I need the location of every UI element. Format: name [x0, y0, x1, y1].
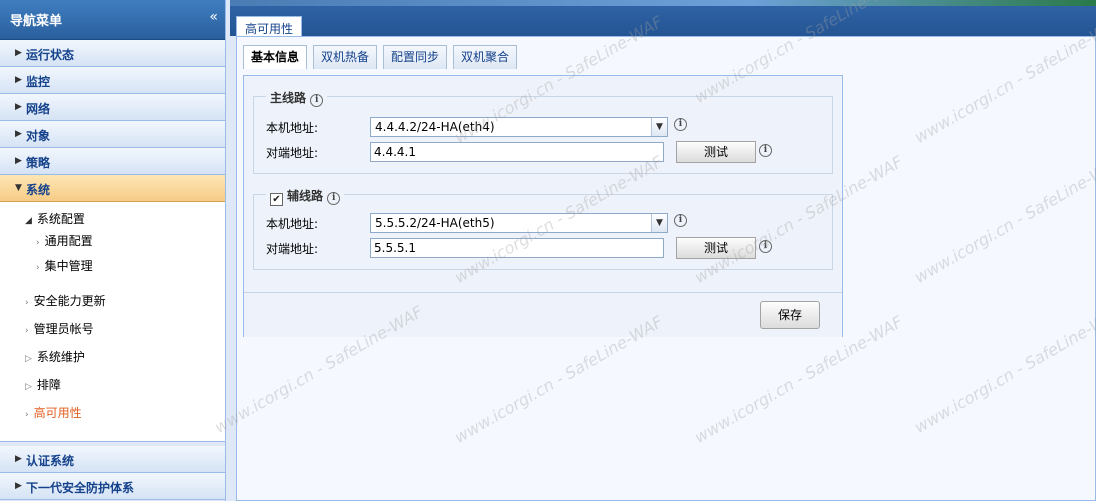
submenu-group-system-config[interactable]: ◢ 系统配置	[25, 210, 85, 227]
peer-address-label: 对端地址:	[266, 242, 319, 256]
info-icon[interactable]: i	[759, 240, 772, 253]
secondary-peer-address-input[interactable]: 5.5.5.1	[370, 238, 664, 258]
subtab-hot-standby[interactable]: 双机热备	[313, 45, 377, 69]
sidebar-title: 导航菜单	[10, 14, 63, 29]
chevron-right-icon: ›	[36, 238, 40, 248]
chevron-right-icon: ›	[25, 326, 29, 336]
nav-item-status[interactable]: ▶ 运行状态	[0, 40, 225, 67]
primary-line-group: 主线路 i 本机地址: 4.4.4.2/24-HA(eth4) ▼ i 对端地址…	[253, 89, 833, 174]
subtab-aggregation[interactable]: 双机聚合	[453, 45, 517, 69]
info-icon[interactable]: i	[310, 94, 324, 107]
nav-item-label: 策略	[26, 156, 51, 170]
main-area: 高可用性 基本信息 双机热备 配置同步 双机聚合 主线路 i 本机地址: 4.4…	[230, 0, 1096, 501]
info-icon[interactable]: i	[327, 192, 341, 205]
nav-item-label: 系统	[26, 183, 51, 197]
panel-footer: 保存	[244, 292, 842, 337]
secondary-line-checkbox[interactable]: ✔	[270, 193, 283, 206]
sidebar-header: 导航菜单 «	[0, 0, 225, 40]
secondary-line-group: ✔ 辅线路 i 本机地址: 5.5.5.2/24-HA(eth5) ▼ i 对端地…	[253, 187, 833, 270]
chevron-right-icon: ›	[36, 263, 40, 273]
legend-label: 辅线路	[287, 189, 324, 203]
nav-item-next-gen-security[interactable]: ▶ 下一代安全防护体系	[0, 473, 225, 500]
chevron-down-icon[interactable]: ▼	[651, 118, 667, 136]
select-value: 4.4.4.2/24-HA(eth4)	[375, 120, 495, 134]
collapsed-triangle-icon: ▷	[25, 354, 32, 364]
submenu-item-admin-account[interactable]: › 管理员帐号	[25, 320, 94, 337]
nav-item-label: 对象	[26, 129, 51, 143]
arrow-right-icon: ▶	[15, 75, 22, 85]
arrow-right-icon: ▶	[15, 48, 22, 58]
submenu-label: 管理员帐号	[33, 322, 94, 336]
nav-item-label: 下一代安全防护体系	[26, 481, 135, 495]
nav-item-policy[interactable]: ▶ 策略	[0, 148, 225, 175]
submenu-item-high-availability[interactable]: › 高可用性	[25, 404, 82, 421]
submenu-item-system-maintenance[interactable]: ▷ 系统维护	[25, 348, 85, 365]
submenu-label: 高可用性	[33, 406, 82, 420]
primary-test-button[interactable]: 测试	[676, 141, 756, 163]
collapsed-triangle-icon: ▷	[25, 382, 32, 392]
chevron-right-icon: ›	[25, 298, 29, 308]
arrow-right-icon: ▶	[15, 102, 22, 112]
primary-local-address-select[interactable]: 4.4.4.2/24-HA(eth4) ▼	[370, 117, 668, 137]
system-submenu: ◢ 系统配置 › 通用配置 › 集中管理 › 安全能力更新 › 管理员帐号 ▷ 系统维护 ▷…	[0, 202, 225, 442]
submenu-label: 安全能力更新	[33, 294, 106, 308]
legend-label: 主线路	[270, 91, 307, 105]
info-icon[interactable]: i	[674, 214, 687, 227]
arrow-right-icon: ▶	[15, 454, 22, 464]
subtab-basic-info[interactable]: 基本信息	[243, 45, 307, 69]
local-address-label: 本机地址:	[266, 217, 319, 231]
nav-item-network[interactable]: ▶ 网络	[0, 94, 225, 121]
nav-item-object[interactable]: ▶ 对象	[0, 121, 225, 148]
primary-peer-address-input[interactable]: 4.4.4.1	[370, 142, 664, 162]
nav-item-label: 运行状态	[26, 48, 75, 62]
arrow-right-icon: ▶	[15, 481, 22, 491]
submenu-label: 系统配置	[36, 212, 85, 226]
secondary-local-address-select[interactable]: 5.5.5.2/24-HA(eth5) ▼	[370, 213, 668, 233]
arrow-right-icon: ▶	[15, 156, 22, 166]
submenu-label: 通用配置	[44, 234, 93, 248]
save-button[interactable]: 保存	[760, 301, 820, 329]
submenu-label: 系统维护	[36, 350, 85, 364]
arrow-down-icon: ▼	[15, 183, 22, 193]
subtab-config-sync[interactable]: 配置同步	[383, 45, 447, 69]
info-icon[interactable]: i	[759, 144, 772, 157]
nav-item-system[interactable]: ▼ 系统	[0, 175, 225, 202]
basic-info-panel: 主线路 i 本机地址: 4.4.4.2/24-HA(eth4) ▼ i 对端地址…	[243, 75, 843, 337]
submenu-item-security-update[interactable]: › 安全能力更新	[25, 292, 106, 309]
sidebar: 导航菜单 « ▶ 运行状态 ▶ 监控 ▶ 网络 ▶ 对象 ▶ 策略 ▼ 系统 ◢…	[0, 0, 226, 501]
submenu-item-central-management[interactable]: › 集中管理	[36, 257, 93, 274]
primary-line-legend: 主线路 i	[266, 89, 328, 107]
submenu-item-troubleshoot[interactable]: ▷ 排障	[25, 376, 61, 393]
submenu-label: 排障	[36, 378, 61, 392]
chevron-down-icon[interactable]: ▼	[651, 214, 667, 232]
secondary-test-button[interactable]: 测试	[676, 237, 756, 259]
nav-item-label: 认证系统	[26, 454, 75, 468]
nav-item-monitor[interactable]: ▶ 监控	[0, 67, 225, 94]
arrow-right-icon: ▶	[15, 129, 22, 139]
info-icon[interactable]: i	[674, 118, 687, 131]
collapse-icon[interactable]: «	[209, 9, 218, 25]
nav-item-auth[interactable]: ▶ 认证系统	[0, 446, 225, 473]
peer-address-label: 对端地址:	[266, 146, 319, 160]
select-value: 5.5.5.2/24-HA(eth5)	[375, 216, 495, 230]
submenu-item-general-config[interactable]: › 通用配置	[36, 232, 93, 249]
chevron-right-icon: ›	[25, 410, 29, 420]
expanded-triangle-icon: ◢	[25, 216, 32, 226]
submenu-label: 集中管理	[44, 259, 93, 273]
content-area: 基本信息 双机热备 配置同步 双机聚合 主线路 i 本机地址: 4.4.4.2/…	[236, 36, 1096, 501]
nav-item-label: 网络	[26, 102, 51, 116]
local-address-label: 本机地址:	[266, 121, 319, 135]
tab-bar: 高可用性	[230, 6, 1096, 42]
nav-item-label: 监控	[26, 75, 51, 89]
secondary-line-legend: ✔ 辅线路 i	[266, 187, 345, 206]
